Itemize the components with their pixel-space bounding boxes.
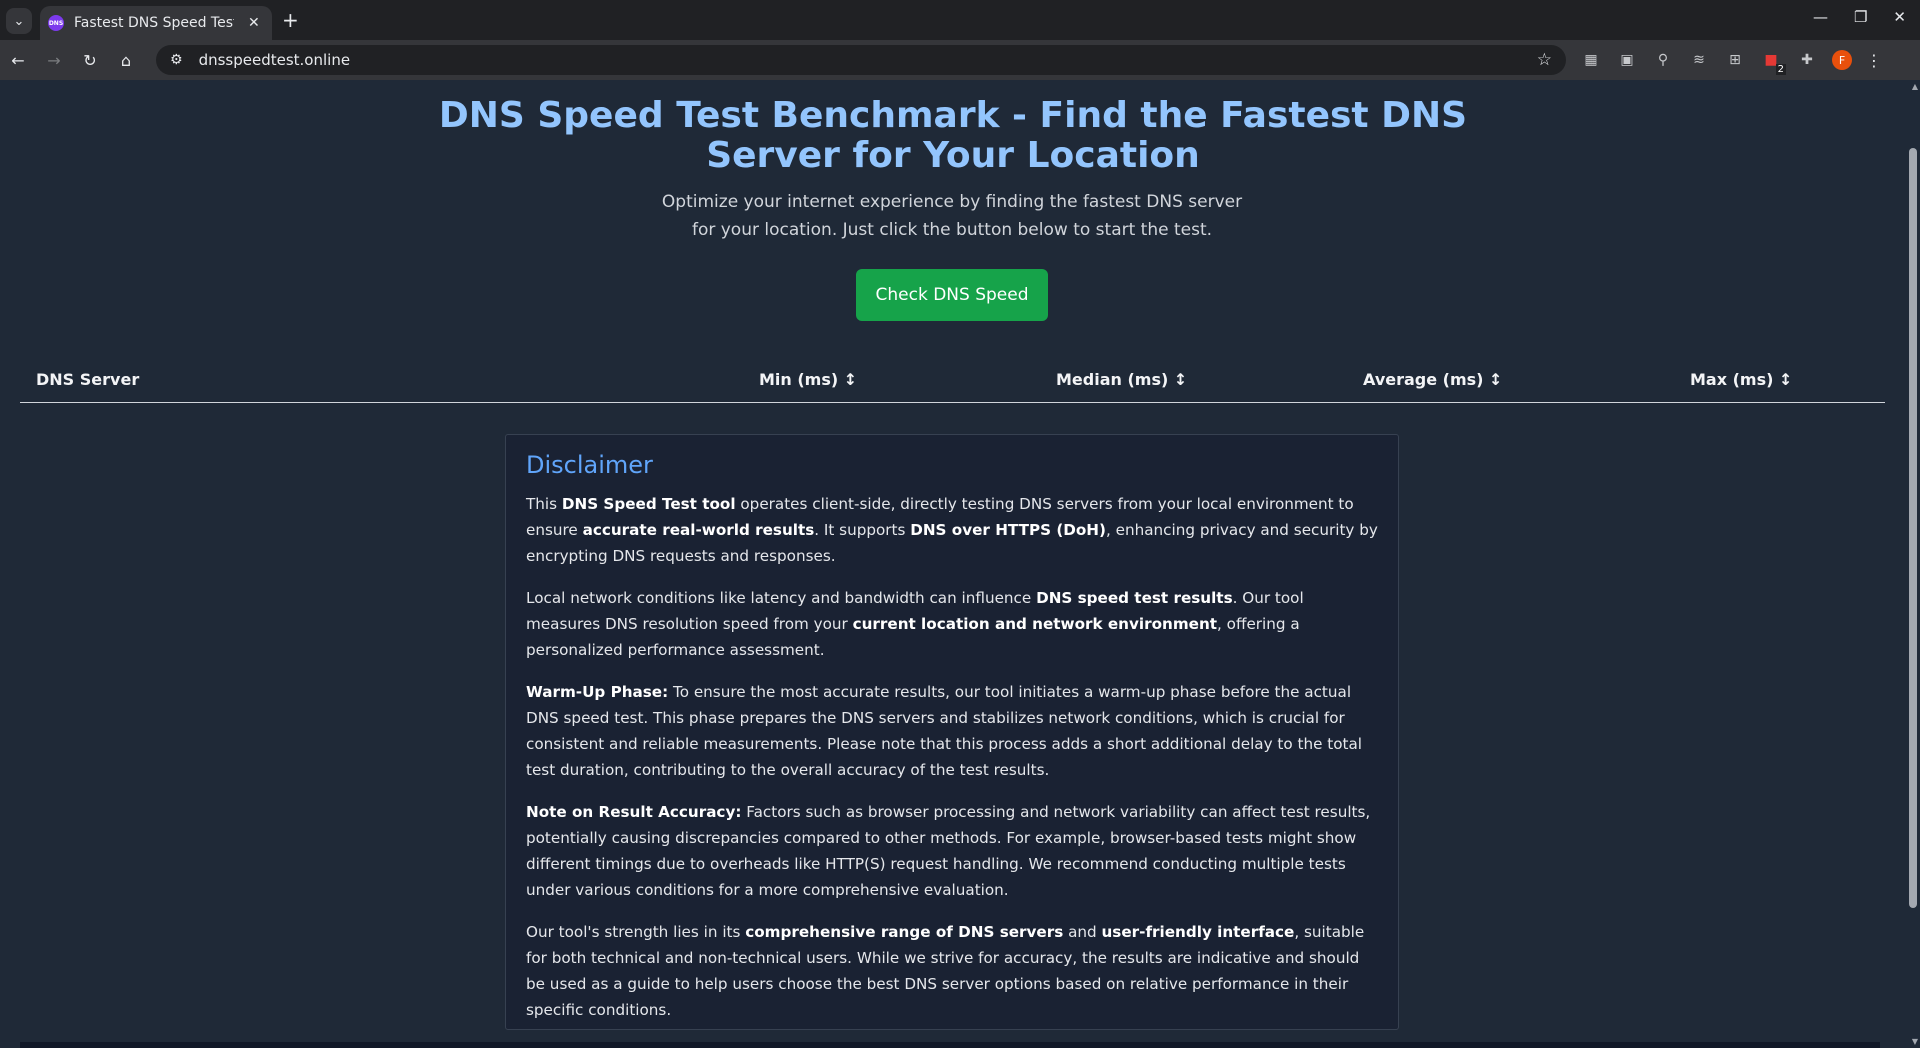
column-dns-server: DNS Server [36,370,140,389]
column-average[interactable]: Average (ms) ↕ [1363,370,1502,389]
menu-dots-icon[interactable]: ⋮ [1866,51,1882,70]
extension-badge: 2 [1775,64,1786,75]
restore-icon[interactable]: ❐ [1854,8,1867,26]
address-bar[interactable]: ⚙ dnsspeedtest.online ☆ [156,45,1566,75]
extensions-area: ▦ ▣ ⚲ ≋ ⊞ ■ 2 ✚ F ⋮ [1580,49,1882,75]
column-min[interactable]: Min (ms) ↕ [759,370,857,389]
column-median[interactable]: Median (ms) ↕ [1056,370,1187,389]
tab-title: Fastest DNS Speed Test [74,15,234,31]
text-extension-icon[interactable]: ≋ [1688,49,1710,71]
disclaimer-paragraph-strength: Our tool's strength lies in its comprehe… [526,923,1365,1019]
scrollbar-thumb[interactable] [1909,148,1917,908]
column-max[interactable]: Max (ms) ↕ [1690,370,1792,389]
new-tab-plus-icon[interactable]: + [282,8,299,32]
favicon: DNS [48,15,64,31]
page-content: DNS Speed Test Benchmark - Find the Fast… [0,80,1920,1048]
close-icon[interactable]: ✕ [248,15,260,31]
back-arrow-icon[interactable]: ← [0,51,36,70]
forward-arrow-icon[interactable]: → [36,51,72,70]
scroll-up-icon[interactable]: ▲ [1912,82,1918,91]
disclaimer-paragraph-1: This DNS Speed Test tool operates client… [526,495,1378,565]
url-text[interactable]: dnsspeedtest.online [199,51,351,69]
tab-bar: ⌄ DNS Fastest DNS Speed Test ✕ + — ❐ ✕ [0,0,1920,40]
footer-edge [20,1042,1880,1048]
bookmark-star-icon[interactable]: ☆ [1537,50,1552,70]
disclaimer-paragraph-2: Local network conditions like latency an… [526,589,1304,659]
browser-toolbar: ← → ↻ ⌂ ⚙ dnsspeedtest.online ☆ ▦ ▣ ⚲ ≋ … [0,40,1920,80]
puzzle-extensions-icon[interactable]: ✚ [1796,49,1818,71]
results-table-header: DNS Server Min (ms) ↕ Median (ms) ↕ Aver… [20,362,1885,403]
home-icon[interactable]: ⌂ [108,51,144,70]
browser-chrome: ⌄ DNS Fastest DNS Speed Test ✕ + — ❐ ✕ ←… [0,0,1920,80]
red-extension-icon[interactable]: ■ 2 [1760,49,1786,75]
person-extension-icon[interactable]: ⚲ [1652,49,1674,71]
profile-avatar[interactable]: F [1832,50,1852,70]
disclaimer-paragraph-accuracy: Note on Result Accuracy: Factors such as… [526,803,1371,899]
check-dns-speed-button[interactable]: Check DNS Speed [856,269,1048,321]
page-title: DNS Speed Test Benchmark - Find the Fast… [438,95,1468,176]
scroll-down-icon[interactable]: ▼ [1912,1037,1918,1046]
reload-icon[interactable]: ↻ [72,51,108,70]
image-extension-icon[interactable]: ▣ [1616,49,1638,71]
minimize-icon[interactable]: — [1813,8,1828,26]
page-subtitle: Optimize your internet experience by fin… [661,192,1243,240]
qr-code-extension-icon[interactable]: ▦ [1580,49,1602,71]
window-controls: — ❐ ✕ [1813,8,1906,26]
disclaimer-heading: Disclaimer [526,451,653,479]
disclaimer-paragraph-warmup: Warm-Up Phase: To ensure the most accura… [526,683,1362,779]
page-scrollbar[interactable]: ▲ ▼ [1906,80,1920,1048]
window-close-icon[interactable]: ✕ [1893,8,1906,26]
browser-tab[interactable]: DNS Fastest DNS Speed Test ✕ [40,6,272,40]
disclaimer-panel: Disclaimer This DNS Speed Test tool oper… [505,434,1399,1030]
site-info-icon[interactable]: ⚙ [170,52,183,68]
tab-search-chevron-down-icon[interactable]: ⌄ [6,8,32,34]
chart-extension-icon[interactable]: ⊞ [1724,49,1746,71]
